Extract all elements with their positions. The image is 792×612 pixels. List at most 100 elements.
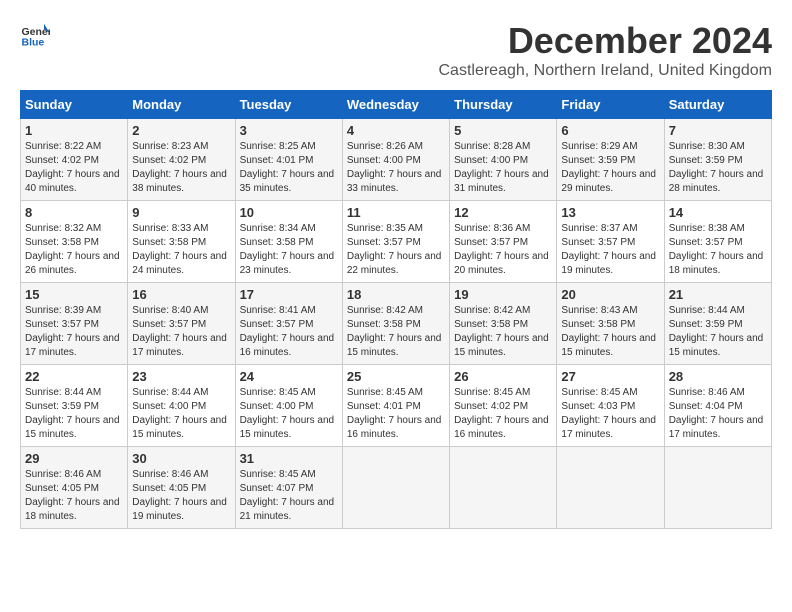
day-info: Sunrise: 8:37 AMSunset: 3:57 PMDaylight:…: [561, 223, 656, 276]
col-thursday: Thursday: [450, 91, 557, 119]
day-number: 4: [347, 123, 445, 138]
svg-text:Blue: Blue: [22, 37, 45, 49]
table-row: 19 Sunrise: 8:42 AMSunset: 3:58 PMDaylig…: [450, 283, 557, 365]
table-row: 18 Sunrise: 8:42 AMSunset: 3:58 PMDaylig…: [342, 283, 449, 365]
day-number: 14: [669, 205, 767, 220]
day-info: Sunrise: 8:45 AMSunset: 4:01 PMDaylight:…: [347, 387, 442, 440]
day-number: 9: [132, 205, 230, 220]
day-number: 1: [25, 123, 123, 138]
col-sunday: Sunday: [21, 91, 128, 119]
day-number: 24: [240, 369, 338, 384]
day-info: Sunrise: 8:36 AMSunset: 3:57 PMDaylight:…: [454, 223, 549, 276]
day-info: Sunrise: 8:32 AMSunset: 3:58 PMDaylight:…: [25, 223, 120, 276]
main-title: December 2024: [438, 20, 772, 62]
table-row: [342, 447, 449, 529]
day-info: Sunrise: 8:42 AMSunset: 3:58 PMDaylight:…: [347, 305, 442, 358]
table-row: [664, 447, 771, 529]
day-info: Sunrise: 8:35 AMSunset: 3:57 PMDaylight:…: [347, 223, 442, 276]
calendar-week-row: 1 Sunrise: 8:22 AMSunset: 4:02 PMDayligh…: [21, 119, 772, 201]
title-section: December 2024 Castlereagh, Northern Irel…: [438, 20, 772, 80]
table-row: 23 Sunrise: 8:44 AMSunset: 4:00 PMDaylig…: [128, 365, 235, 447]
day-number: 29: [25, 451, 123, 466]
day-info: Sunrise: 8:26 AMSunset: 4:00 PMDaylight:…: [347, 141, 442, 194]
table-row: 30 Sunrise: 8:46 AMSunset: 4:05 PMDaylig…: [128, 447, 235, 529]
day-info: Sunrise: 8:39 AMSunset: 3:57 PMDaylight:…: [25, 305, 120, 358]
table-row: 2 Sunrise: 8:23 AMSunset: 4:02 PMDayligh…: [128, 119, 235, 201]
table-row: 13 Sunrise: 8:37 AMSunset: 3:57 PMDaylig…: [557, 201, 664, 283]
day-number: 11: [347, 205, 445, 220]
calendar-week-row: 22 Sunrise: 8:44 AMSunset: 3:59 PMDaylig…: [21, 365, 772, 447]
day-number: 12: [454, 205, 552, 220]
day-info: Sunrise: 8:42 AMSunset: 3:58 PMDaylight:…: [454, 305, 549, 358]
day-number: 15: [25, 287, 123, 302]
day-number: 25: [347, 369, 445, 384]
day-number: 7: [669, 123, 767, 138]
day-info: Sunrise: 8:44 AMSunset: 4:00 PMDaylight:…: [132, 387, 227, 440]
calendar-week-row: 29 Sunrise: 8:46 AMSunset: 4:05 PMDaylig…: [21, 447, 772, 529]
calendar-header-row: Sunday Monday Tuesday Wednesday Thursday…: [21, 91, 772, 119]
day-info: Sunrise: 8:34 AMSunset: 3:58 PMDaylight:…: [240, 223, 335, 276]
calendar-week-row: 8 Sunrise: 8:32 AMSunset: 3:58 PMDayligh…: [21, 201, 772, 283]
day-info: Sunrise: 8:40 AMSunset: 3:57 PMDaylight:…: [132, 305, 227, 358]
table-row: 20 Sunrise: 8:43 AMSunset: 3:58 PMDaylig…: [557, 283, 664, 365]
day-number: 22: [25, 369, 123, 384]
table-row: 1 Sunrise: 8:22 AMSunset: 4:02 PMDayligh…: [21, 119, 128, 201]
day-info: Sunrise: 8:43 AMSunset: 3:58 PMDaylight:…: [561, 305, 656, 358]
logo: General Blue: [20, 20, 50, 50]
day-info: Sunrise: 8:45 AMSunset: 4:02 PMDaylight:…: [454, 387, 549, 440]
day-info: Sunrise: 8:28 AMSunset: 4:00 PMDaylight:…: [454, 141, 549, 194]
table-row: 4 Sunrise: 8:26 AMSunset: 4:00 PMDayligh…: [342, 119, 449, 201]
table-row: 8 Sunrise: 8:32 AMSunset: 3:58 PMDayligh…: [21, 201, 128, 283]
col-saturday: Saturday: [664, 91, 771, 119]
day-number: 30: [132, 451, 230, 466]
table-row: 7 Sunrise: 8:30 AMSunset: 3:59 PMDayligh…: [664, 119, 771, 201]
day-number: 16: [132, 287, 230, 302]
table-row: 24 Sunrise: 8:45 AMSunset: 4:00 PMDaylig…: [235, 365, 342, 447]
logo-icon: General Blue: [20, 20, 50, 50]
table-row: 12 Sunrise: 8:36 AMSunset: 3:57 PMDaylig…: [450, 201, 557, 283]
day-number: 20: [561, 287, 659, 302]
calendar-table: Sunday Monday Tuesday Wednesday Thursday…: [20, 90, 772, 529]
day-info: Sunrise: 8:23 AMSunset: 4:02 PMDaylight:…: [132, 141, 227, 194]
day-info: Sunrise: 8:22 AMSunset: 4:02 PMDaylight:…: [25, 141, 120, 194]
day-info: Sunrise: 8:30 AMSunset: 3:59 PMDaylight:…: [669, 141, 764, 194]
day-info: Sunrise: 8:45 AMSunset: 4:00 PMDaylight:…: [240, 387, 335, 440]
day-number: 3: [240, 123, 338, 138]
day-number: 21: [669, 287, 767, 302]
table-row: 26 Sunrise: 8:45 AMSunset: 4:02 PMDaylig…: [450, 365, 557, 447]
day-number: 5: [454, 123, 552, 138]
page-header: General Blue December 2024 Castlereagh, …: [20, 20, 772, 80]
day-number: 28: [669, 369, 767, 384]
col-monday: Monday: [128, 91, 235, 119]
table-row: 3 Sunrise: 8:25 AMSunset: 4:01 PMDayligh…: [235, 119, 342, 201]
table-row: 21 Sunrise: 8:44 AMSunset: 3:59 PMDaylig…: [664, 283, 771, 365]
col-wednesday: Wednesday: [342, 91, 449, 119]
table-row: 15 Sunrise: 8:39 AMSunset: 3:57 PMDaylig…: [21, 283, 128, 365]
table-row: 11 Sunrise: 8:35 AMSunset: 3:57 PMDaylig…: [342, 201, 449, 283]
day-number: 10: [240, 205, 338, 220]
day-number: 23: [132, 369, 230, 384]
table-row: 5 Sunrise: 8:28 AMSunset: 4:00 PMDayligh…: [450, 119, 557, 201]
day-number: 13: [561, 205, 659, 220]
table-row: 16 Sunrise: 8:40 AMSunset: 3:57 PMDaylig…: [128, 283, 235, 365]
table-row: 29 Sunrise: 8:46 AMSunset: 4:05 PMDaylig…: [21, 447, 128, 529]
day-number: 31: [240, 451, 338, 466]
day-number: 2: [132, 123, 230, 138]
day-info: Sunrise: 8:44 AMSunset: 3:59 PMDaylight:…: [25, 387, 120, 440]
table-row: 9 Sunrise: 8:33 AMSunset: 3:58 PMDayligh…: [128, 201, 235, 283]
table-row: 25 Sunrise: 8:45 AMSunset: 4:01 PMDaylig…: [342, 365, 449, 447]
calendar-week-row: 15 Sunrise: 8:39 AMSunset: 3:57 PMDaylig…: [21, 283, 772, 365]
day-info: Sunrise: 8:41 AMSunset: 3:57 PMDaylight:…: [240, 305, 335, 358]
day-info: Sunrise: 8:46 AMSunset: 4:04 PMDaylight:…: [669, 387, 764, 440]
day-info: Sunrise: 8:46 AMSunset: 4:05 PMDaylight:…: [25, 469, 120, 522]
table-row: 27 Sunrise: 8:45 AMSunset: 4:03 PMDaylig…: [557, 365, 664, 447]
day-number: 27: [561, 369, 659, 384]
table-row: 28 Sunrise: 8:46 AMSunset: 4:04 PMDaylig…: [664, 365, 771, 447]
day-number: 18: [347, 287, 445, 302]
day-number: 6: [561, 123, 659, 138]
col-tuesday: Tuesday: [235, 91, 342, 119]
subtitle: Castlereagh, Northern Ireland, United Ki…: [438, 62, 772, 80]
table-row: 22 Sunrise: 8:44 AMSunset: 3:59 PMDaylig…: [21, 365, 128, 447]
table-row: 10 Sunrise: 8:34 AMSunset: 3:58 PMDaylig…: [235, 201, 342, 283]
day-info: Sunrise: 8:25 AMSunset: 4:01 PMDaylight:…: [240, 141, 335, 194]
